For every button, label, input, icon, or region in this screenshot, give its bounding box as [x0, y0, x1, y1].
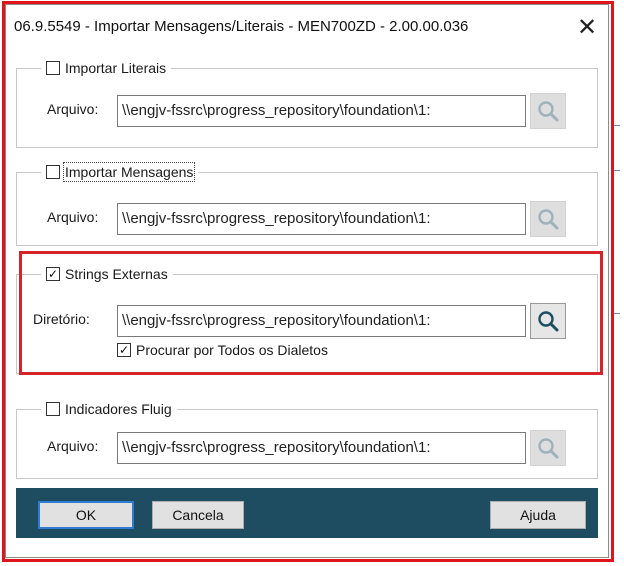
import-dialog: 06.9.5549 - Importar Mensagens/Literais …: [5, 4, 609, 558]
close-button[interactable]: ✕: [572, 13, 602, 43]
indicadores-fluig-label: Indicadores Fluig: [65, 401, 172, 417]
importar-mensagens-label: Importar Mensagens: [62, 162, 196, 182]
mensagens-file-input[interactable]: \\engjv-fssrc\progress_repository\founda…: [117, 203, 526, 235]
group-indicadores-fluig: Indicadores Fluig Arquivo: \\engjv-fssrc…: [16, 399, 598, 479]
search-icon: [538, 101, 559, 122]
group-importar-mensagens: Importar Mensagens Arquivo: \\engjv-fssr…: [16, 162, 598, 246]
window-title: 06.9.5549 - Importar Mensagens/Literais …: [14, 18, 469, 35]
button-bar: OK Cancela Ajuda: [16, 488, 598, 538]
indicadores-fluig-checkbox[interactable]: [46, 402, 60, 416]
importar-literais-label: Importar Literais: [65, 60, 167, 76]
group-legend: Importar Mensagens: [41, 162, 199, 182]
mensagens-search-button[interactable]: [530, 201, 566, 237]
close-icon: ✕: [576, 14, 598, 41]
search-icon: [538, 209, 559, 230]
literais-search-button[interactable]: [530, 93, 566, 129]
arquivo-label: Arquivo:: [47, 101, 99, 117]
importar-literais-checkbox[interactable]: [46, 61, 60, 75]
group-legend: Importar Literais: [41, 58, 172, 78]
title-bar: 06.9.5549 - Importar Mensagens/Literais …: [6, 5, 608, 53]
background-window-edge: [614, 0, 624, 566]
fluig-search-button[interactable]: [530, 430, 566, 466]
arquivo-label: Arquivo:: [47, 209, 99, 225]
group-importar-literais: Importar Literais Arquivo: \\engjv-fssrc…: [16, 58, 598, 148]
search-icon: [538, 438, 559, 459]
ok-button[interactable]: OK: [38, 501, 134, 529]
help-button[interactable]: Ajuda: [490, 501, 586, 529]
highlight-annotation: [19, 251, 603, 375]
fluig-file-input[interactable]: \\engjv-fssrc\progress_repository\founda…: [117, 432, 526, 464]
cancel-button[interactable]: Cancela: [152, 501, 244, 529]
importar-mensagens-checkbox[interactable]: [46, 165, 60, 179]
arquivo-label: Arquivo:: [47, 438, 99, 454]
group-legend: Indicadores Fluig: [41, 399, 177, 419]
literais-file-input[interactable]: \\engjv-fssrc\progress_repository\founda…: [117, 95, 526, 127]
